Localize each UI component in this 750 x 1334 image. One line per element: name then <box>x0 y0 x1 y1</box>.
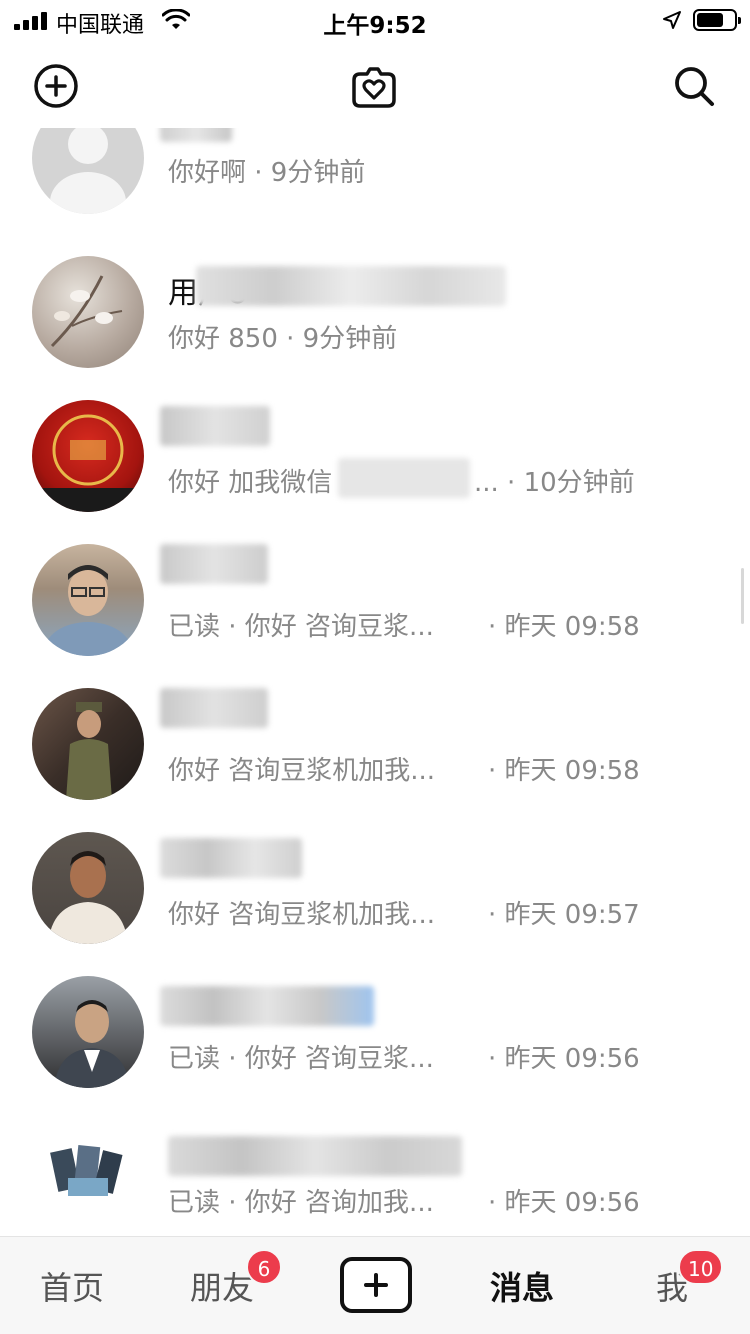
tab-messages[interactable]: 消息 <box>490 1263 554 1309</box>
name-blurred <box>160 544 268 584</box>
tab-friends[interactable]: 朋友 <box>190 1263 254 1309</box>
message-preview: 已读 · 你好 咨询豆浆... · 昨天 09:58 <box>168 606 640 643</box>
message-preview: 你好 咨询豆浆机加我... · 昨天 09:58 <box>168 750 640 787</box>
chat-item[interactable]: 用户8 你好 850 · 9分钟前 <box>0 246 750 390</box>
name-blurred <box>160 986 374 1026</box>
chat-item[interactable]: 你好 咨询豆浆机加我... · 昨天 09:57 <box>0 822 750 966</box>
name-blurred <box>196 266 506 306</box>
battery-icon <box>693 9 741 31</box>
avatar-red-banner <box>32 400 144 512</box>
preview-text: 已读 · 你好 咨询豆浆... <box>168 612 434 642</box>
banner-image <box>32 414 144 512</box>
chat-item[interactable]: 你好 咨询豆浆机加我... · 昨天 09:58 <box>0 678 750 822</box>
chat-item[interactable]: 你好 加我微信 ... · 10分钟前 <box>0 390 750 534</box>
tab-home[interactable]: 首页 <box>40 1263 104 1309</box>
portrait-image <box>66 702 112 800</box>
search-icon[interactable] <box>670 62 718 110</box>
chat-list[interactable]: 你好啊 · 9分钟前 用户8 你好 850 · 9分钟前 <box>0 128 750 1236</box>
chat-item[interactable]: 已读 · 你好 咨询加我... · 昨天 09:56 <box>0 1110 750 1236</box>
preview-text: 你好 850 · 9分钟前 <box>168 324 398 354</box>
message-time: · 昨天 09:58 <box>488 756 640 786</box>
chat-item[interactable]: 你好啊 · 9分钟前 <box>0 128 750 246</box>
message-preview: 你好 加我微信 ... · 10分钟前 <box>168 458 635 499</box>
chat-item[interactable]: 已读 · 你好 咨询豆浆... · 昨天 09:58 <box>0 534 750 678</box>
avatar-man-shirt <box>32 832 144 944</box>
message-preview: 你好 咨询豆浆机加我... · 昨天 09:57 <box>168 894 640 931</box>
avatar-man-glasses <box>32 544 144 656</box>
message-preview: 你好 850 · 9分钟前 <box>168 318 397 355</box>
name-blurred <box>160 128 232 142</box>
avatar-default <box>32 128 144 214</box>
location-arrow-icon <box>663 11 681 29</box>
preview-text: 你好 咨询豆浆机加我... <box>168 900 436 930</box>
chat-item[interactable]: 已读 · 你好 咨询豆浆... · 昨天 09:56 <box>0 966 750 1110</box>
portrait-image <box>44 565 132 656</box>
me-badge: 10 <box>678 1249 724 1285</box>
heart-camera-icon[interactable] <box>350 62 398 110</box>
message-time: ... · 10分钟前 <box>474 468 635 498</box>
preview-text: 你好啊 · 9分钟前 <box>168 158 366 188</box>
avatar-man-uniform <box>32 688 144 800</box>
add-circle-icon[interactable] <box>32 62 80 110</box>
friends-badge: 6 <box>246 1249 282 1285</box>
product-image <box>50 1144 123 1196</box>
avatar-flower-painting <box>32 256 144 368</box>
message-time: · 昨天 09:57 <box>488 900 640 930</box>
avatar-product-photo <box>32 1120 144 1232</box>
publish-button[interactable] <box>340 1257 412 1313</box>
avatar-man-car <box>32 976 144 1088</box>
portrait-image <box>48 851 128 944</box>
name-blurred <box>168 1136 462 1176</box>
default-avatar-icon <box>50 128 126 214</box>
preview-text: 已读 · 你好 咨询加我... <box>168 1188 434 1218</box>
preview-text: 已读 · 你好 咨询豆浆... <box>168 1044 434 1074</box>
preview-text: 你好 咨询豆浆机加我... <box>168 756 436 786</box>
status-time: 上午9:52 <box>323 13 427 39</box>
name-blurred <box>160 406 270 446</box>
name-blurred <box>160 838 302 878</box>
name-blurred <box>160 688 268 728</box>
status-bar: 中国联通 上午9:52 <box>0 0 750 42</box>
message-preview: 已读 · 你好 咨询加我... · 昨天 09:56 <box>168 1182 640 1219</box>
message-time: · 昨天 09:58 <box>488 612 640 642</box>
message-time: · 昨天 09:56 <box>488 1044 640 1074</box>
message-preview: 你好啊 · 9分钟前 <box>168 152 365 189</box>
top-nav <box>0 42 750 128</box>
message-preview: 已读 · 你好 咨询豆浆... · 昨天 09:56 <box>168 1038 640 1075</box>
portrait-image <box>54 1000 130 1088</box>
tab-bar: 首页 朋友 6 消息 我 10 <box>0 1236 750 1334</box>
preview-text: 你好 加我微信 <box>168 468 333 498</box>
flower-image <box>50 275 123 348</box>
scrollbar-thumb[interactable] <box>741 568 744 624</box>
message-time: · 昨天 09:56 <box>488 1188 640 1218</box>
